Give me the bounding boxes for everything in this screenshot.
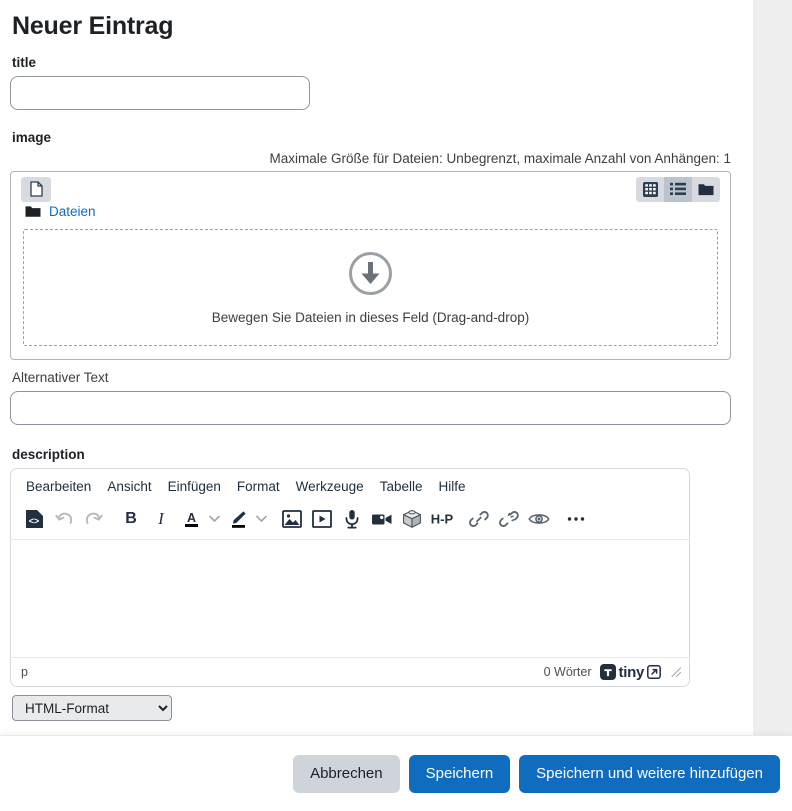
file-manager-toolbar: [11, 172, 730, 204]
insert-link-button[interactable]: [464, 505, 494, 533]
editor-statusbar: p 0 Wörter tiny: [11, 657, 689, 686]
editor-content-area[interactable]: [11, 539, 689, 657]
redo-button[interactable]: [79, 505, 109, 533]
tree-view-button[interactable]: [692, 177, 720, 202]
highlight-color-button[interactable]: [223, 505, 253, 533]
page-title: Neuer Eintrag: [12, 12, 174, 40]
toolbar-separator: [460, 509, 461, 529]
menu-ansicht[interactable]: Ansicht: [100, 475, 158, 499]
undo-icon: [54, 510, 74, 528]
page-root: Neuer Eintrag title image Maximale Größe…: [0, 0, 792, 811]
toolbar-separator: [112, 509, 113, 529]
editor-menubar: Bearbeiten Ansicht Einfügen Format Werkz…: [11, 469, 689, 502]
form-content: Neuer Eintrag title image Maximale Größe…: [0, 0, 753, 735]
text-color-chevron-button[interactable]: [206, 505, 223, 533]
source-code-icon: <>: [25, 509, 44, 529]
max-filesize-note: Maximale Größe für Dateien: Unbegrenzt, …: [269, 151, 732, 166]
resize-grip-icon[interactable]: [669, 666, 682, 678]
record-video-button[interactable]: [367, 505, 397, 533]
title-input[interactable]: [10, 76, 310, 110]
menu-einfuegen[interactable]: Einfügen: [161, 475, 228, 499]
list-view-icon: [670, 182, 686, 196]
file-view-mode-group: [636, 176, 720, 202]
more-options-button[interactable]: [561, 505, 591, 533]
highlight-color-chevron-button[interactable]: [253, 505, 270, 533]
italic-button[interactable]: I: [146, 505, 176, 533]
dropzone-text: Bewegen Sie Dateien in dieses Feld (Drag…: [211, 309, 530, 325]
h5p-icon: H-P: [429, 510, 455, 528]
folder-icon: [25, 205, 41, 218]
description-field-label: description: [12, 447, 85, 462]
file-manager-breadcrumb: Dateien: [11, 204, 730, 225]
svg-text:H-P: H-P: [431, 512, 454, 527]
toolbar-separator: [557, 509, 558, 529]
chevron-down-icon: [256, 515, 267, 523]
tree-view-icon: [698, 182, 714, 196]
right-gutter: [753, 0, 792, 735]
file-dropzone[interactable]: Bewegen Sie Dateien in dieses Feld (Drag…: [23, 229, 718, 346]
eye-icon: [528, 511, 550, 527]
highlight-pen-icon: [229, 509, 248, 529]
redo-icon: [84, 510, 104, 528]
file-add-icon: [29, 181, 43, 197]
word-count: 0 Wörter: [543, 665, 592, 679]
text-color-icon: A: [182, 509, 201, 529]
chevron-down-icon: [209, 515, 220, 523]
svg-text:<>: <>: [28, 516, 39, 526]
unlink-button[interactable]: [494, 505, 524, 533]
text-format-select[interactable]: HTML-FormatMoodle Auto-FormatNur TextMar…: [12, 695, 172, 721]
menu-format[interactable]: Format: [230, 475, 287, 499]
element-path[interactable]: p: [21, 665, 28, 679]
file-add-icon-button[interactable]: [21, 176, 51, 202]
grid-view-button[interactable]: [636, 177, 664, 202]
external-link-icon: [647, 665, 661, 679]
bold-button[interactable]: B: [116, 505, 146, 533]
title-field-label: title: [12, 55, 37, 70]
menu-hilfe[interactable]: Hilfe: [431, 475, 472, 499]
editor-toolbar: <> B I A H-P: [11, 502, 689, 539]
text-color-button[interactable]: A: [176, 505, 206, 533]
save-and-add-another-button[interactable]: Speichern und weitere hinzufügen: [519, 754, 780, 793]
package-cube-icon: [402, 509, 422, 529]
menu-werkzeuge[interactable]: Werkzeuge: [289, 475, 371, 499]
statusbar-right: 0 Wörter tiny: [544, 664, 682, 681]
breadcrumb-link-dateien[interactable]: Dateien: [49, 204, 96, 219]
link-icon: [469, 510, 489, 528]
media-play-icon: [312, 510, 332, 528]
file-manager: Dateien Bewegen Sie Dateien in dieses Fe…: [10, 171, 731, 360]
tiny-brand-label: tiny: [618, 663, 645, 681]
rich-text-editor: Bearbeiten Ansicht Einfügen Format Werkz…: [10, 468, 690, 687]
h5p-button[interactable]: H-P: [427, 505, 457, 533]
source-code-button[interactable]: <>: [19, 505, 49, 533]
grid-view-icon: [642, 181, 658, 197]
menu-tabelle[interactable]: Tabelle: [373, 475, 430, 499]
svg-text:A: A: [186, 511, 195, 525]
alt-text-field-label: Alternativer Text: [12, 370, 109, 385]
tiny-logo-icon: [599, 664, 616, 680]
insert-package-button[interactable]: [397, 505, 427, 533]
image-field-label: image: [12, 130, 52, 145]
menu-bearbeiten[interactable]: Bearbeiten: [19, 475, 98, 499]
tiny-brand-link[interactable]: tiny: [599, 663, 661, 681]
save-button[interactable]: Speichern: [408, 754, 511, 793]
unlink-icon: [499, 510, 519, 528]
more-options-icon: [566, 515, 586, 523]
accessibility-check-button[interactable]: [524, 505, 554, 533]
undo-button[interactable]: [49, 505, 79, 533]
insert-image-button[interactable]: [277, 505, 307, 533]
image-icon: [282, 510, 302, 528]
toolbar-separator: [273, 509, 274, 529]
video-camera-icon: [371, 511, 393, 527]
alt-text-input[interactable]: [10, 391, 731, 425]
insert-media-button[interactable]: [307, 505, 337, 533]
form-footer: Abbrechen Speichern Speichern und weiter…: [0, 735, 792, 811]
download-arrow-icon: [348, 251, 393, 296]
record-audio-button[interactable]: [337, 505, 367, 533]
microphone-icon: [344, 509, 360, 529]
list-view-button[interactable]: [664, 176, 692, 202]
cancel-button[interactable]: Abbrechen: [293, 754, 400, 793]
